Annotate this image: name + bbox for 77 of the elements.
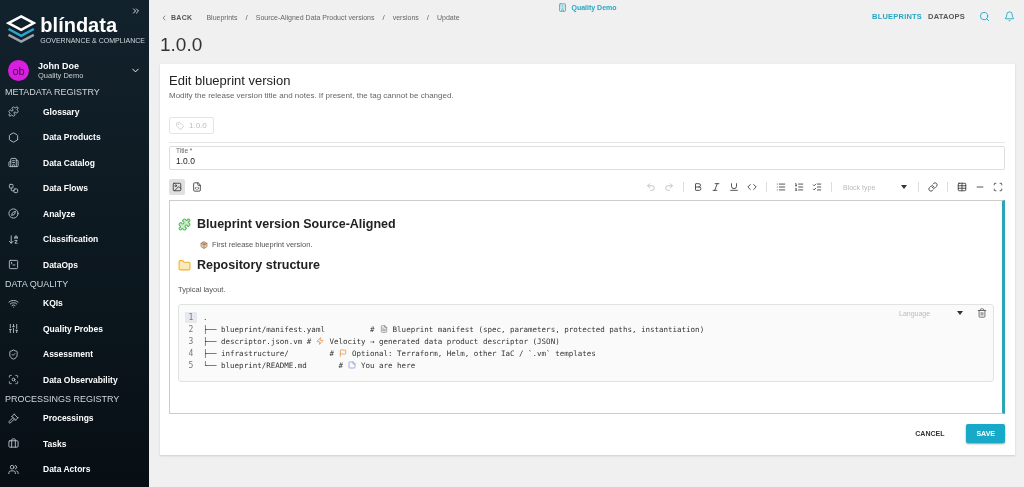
- logo-text: blíndata: [40, 14, 119, 35]
- hexagon-icon: [8, 131, 19, 143]
- section-title: METADATA REGISTRY: [4, 86, 101, 99]
- breadcrumb-separator: /: [382, 13, 385, 22]
- flow-icon: [8, 182, 19, 194]
- puzzle-icon: [8, 106, 19, 118]
- user-name: John Doe: [38, 61, 80, 71]
- gavel-icon: [8, 412, 19, 424]
- building-icon: [558, 3, 568, 12]
- card-description: Modify the release version title and notes. If present, the tag cannot be changed.: [169, 91, 455, 100]
- tag-icon: [176, 121, 184, 130]
- card-title: Edit blueprint version: [169, 73, 292, 88]
- building-icon: [8, 157, 19, 169]
- flag-icon: [338, 349, 347, 357]
- sidebar-item[interactable]: Quality Probes: [0, 316, 149, 342]
- code-button[interactable]: [745, 182, 759, 192]
- line-number: 4: [187, 347, 195, 359]
- box-icon: [200, 240, 208, 249]
- code-block[interactable]: [178, 304, 994, 382]
- fullscreen-button[interactable]: [991, 182, 1005, 192]
- collapse-icon[interactable]: [131, 6, 141, 16]
- rich-text-mode-button[interactable]: [169, 179, 185, 195]
- image-icon: [172, 182, 182, 192]
- folder-icon: [178, 258, 191, 272]
- tag-chip: 1.0.0: [169, 117, 214, 134]
- sidebar-item[interactable]: DataOps: [0, 252, 149, 278]
- underline-button[interactable]: [727, 182, 741, 192]
- editor-heading: Repository structure: [197, 258, 320, 272]
- shield-check-icon: [8, 348, 19, 360]
- section-title: PROCESSINGS REGISTRY: [4, 392, 121, 406]
- sidebar-item[interactable]: Data Catalog: [0, 150, 149, 176]
- table-button[interactable]: [955, 182, 969, 192]
- avatar: ob: [8, 60, 29, 81]
- compass-icon: [8, 208, 19, 220]
- sidebar-item[interactable]: Data Actors: [0, 456, 149, 482]
- bolt-icon: [316, 337, 325, 345]
- sidebar-item[interactable]: Data Observability: [0, 367, 149, 393]
- editor-area[interactable]: [169, 200, 1005, 414]
- page-title: 1.0.0: [160, 34, 204, 56]
- logo-icon: [6, 12, 37, 46]
- sidebar-item[interactable]: Glossary: [0, 99, 149, 125]
- caret-icon: [901, 185, 907, 189]
- breadcrumb-separator: /: [426, 13, 429, 22]
- sidebar-item[interactable]: Data Products: [0, 124, 149, 150]
- italic-button[interactable]: [709, 182, 723, 192]
- sidebar-item[interactable]: KQIs: [0, 290, 149, 316]
- sliders-icon: [8, 323, 19, 335]
- users-icon: [8, 463, 19, 475]
- link-button[interactable]: [926, 182, 940, 192]
- search-icon[interactable]: [979, 11, 990, 22]
- document-icon: [379, 325, 388, 333]
- sidebar-item[interactable]: Tasks: [0, 431, 149, 457]
- signal-icon: [8, 297, 19, 309]
- puzzle-icon: [178, 217, 191, 231]
- trash-icon[interactable]: [977, 308, 987, 318]
- scan-search-icon: [8, 374, 19, 386]
- line-number: 3: [187, 335, 195, 347]
- briefcase-icon: [8, 438, 19, 450]
- checklist-button[interactable]: [810, 182, 824, 192]
- caret-icon: [957, 311, 963, 315]
- sidebar-item[interactable]: Analyze: [0, 201, 149, 227]
- sort-az-icon: [8, 233, 19, 245]
- sidebar-item[interactable]: Data Flows: [0, 175, 149, 201]
- note-icon: [348, 361, 356, 369]
- editor-heading: Blueprint version Source-Aligned: [197, 217, 396, 231]
- sidebar-item[interactable]: Processings: [0, 405, 149, 431]
- section-title: DATA QUALITY: [4, 277, 70, 291]
- sidebar-item[interactable]: Assessment: [0, 341, 149, 367]
- line-number: 2: [187, 323, 195, 335]
- line-number: 1: [185, 311, 197, 323]
- chevron-left-icon: [160, 13, 168, 22]
- bullet-list-button[interactable]: [774, 182, 788, 192]
- numbered-list-button[interactable]: [792, 182, 806, 192]
- sidebar-item[interactable]: Classification: [0, 226, 149, 252]
- terminal-icon: [8, 259, 19, 271]
- breadcrumb-separator: /: [245, 13, 248, 22]
- line-number: 5: [187, 359, 195, 371]
